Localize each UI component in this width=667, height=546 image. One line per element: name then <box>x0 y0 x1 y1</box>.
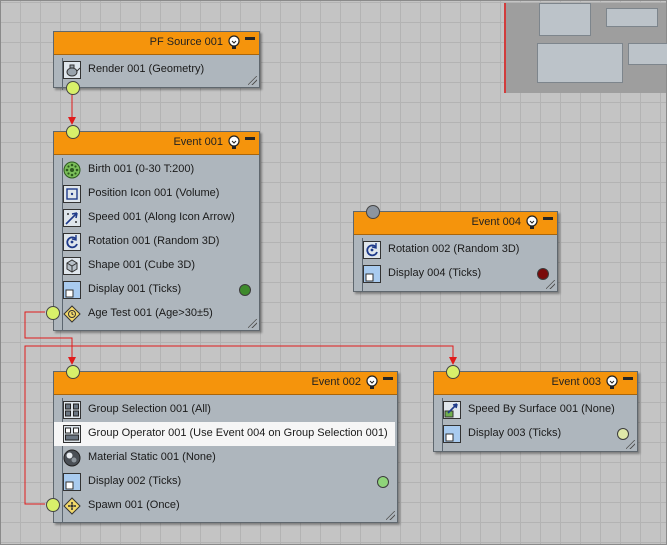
operator-row[interactable]: Age Test 001 (Age>30±5) <box>54 302 259 326</box>
rotation-icon <box>363 241 381 259</box>
display-icon <box>363 265 381 283</box>
node-title: Event 002 <box>311 376 361 388</box>
minimap-node <box>628 43 667 65</box>
rotation-icon <box>63 233 81 251</box>
lightbulb-icon[interactable] <box>227 35 241 50</box>
position-icon <box>63 185 81 203</box>
node-event-003[interactable]: Event 003 Speed By Surface 001 (None) Di… <box>433 365 638 452</box>
operator-row[interactable]: Rotation 001 (Random 3D) <box>54 230 259 254</box>
resize-grip[interactable] <box>626 440 635 449</box>
operator-label: Speed 001 (Along Icon Arrow) <box>88 211 235 223</box>
display-color-swatch[interactable] <box>377 476 389 488</box>
operator-label: Display 001 (Ticks) <box>88 283 182 295</box>
display-color-swatch[interactable] <box>617 428 629 440</box>
operator-row[interactable]: Render 001 (Geometry) <box>54 58 259 82</box>
operator-label: Rotation 002 (Random 3D) <box>388 243 520 255</box>
material-icon <box>63 449 81 467</box>
group-selection-icon <box>63 401 81 419</box>
test-output-port[interactable] <box>46 498 60 512</box>
node-header[interactable]: Event 003 <box>434 372 637 395</box>
node-event-002[interactable]: Event 002 Group Selection 001 (All) Grou… <box>46 365 398 523</box>
birth-icon <box>63 161 81 179</box>
node-title: Event 003 <box>551 376 601 388</box>
display-icon <box>63 473 81 491</box>
minimize-icon[interactable] <box>623 377 633 380</box>
display-color-swatch[interactable] <box>537 268 549 280</box>
operator-label: Speed By Surface 001 (None) <box>468 403 615 415</box>
display-color-swatch[interactable] <box>239 284 251 296</box>
operator-row-selected[interactable]: Group Operator 001 (Use Event 004 on Gro… <box>54 422 395 446</box>
node-header[interactable]: Event 001 <box>54 132 259 155</box>
operator-label: Position Icon 001 (Volume) <box>88 187 220 199</box>
node-title: Event 001 <box>173 136 223 148</box>
node-event-001[interactable]: Event 001 Birth 001 (0-30 T:200) Positio… <box>46 125 260 331</box>
display-icon <box>63 281 81 299</box>
operator-row[interactable]: Material Static 001 (None) <box>54 446 397 470</box>
resize-grip[interactable] <box>386 511 395 520</box>
input-port[interactable] <box>366 205 380 219</box>
input-port[interactable] <box>446 365 460 379</box>
minimap-node <box>606 8 658 27</box>
operator-row[interactable]: Display 002 (Ticks) <box>54 470 397 494</box>
node-title: Event 004 <box>471 216 521 228</box>
operator-row[interactable]: Display 003 (Ticks) <box>434 422 637 446</box>
lightbulb-icon[interactable] <box>525 215 539 230</box>
operator-label: Age Test 001 (Age>30±5) <box>88 307 213 319</box>
output-port[interactable] <box>66 81 80 95</box>
operator-label: Display 002 (Ticks) <box>88 475 182 487</box>
shape-icon <box>63 257 81 275</box>
operator-row[interactable]: Spawn 001 (Once) <box>54 494 397 518</box>
operator-label: Render 001 (Geometry) <box>88 63 205 75</box>
age-test-icon <box>63 305 81 323</box>
node-header[interactable]: Event 002 <box>54 372 397 395</box>
input-port[interactable] <box>66 125 80 139</box>
resize-grip[interactable] <box>248 76 257 85</box>
node-header[interactable]: Event 004 <box>354 212 557 235</box>
operator-label: Material Static 001 (None) <box>88 451 216 463</box>
node-title: PF Source 001 <box>149 36 223 48</box>
particle-view-canvas[interactable]: PF Source 001 Render 001 (Geometry) Even… <box>0 0 667 545</box>
operator-label: Display 003 (Ticks) <box>468 427 562 439</box>
render-teapot-icon <box>63 61 81 79</box>
resize-grip[interactable] <box>248 319 257 328</box>
minimize-icon[interactable] <box>383 377 393 380</box>
operator-row[interactable]: Speed By Surface 001 (None) <box>434 398 637 422</box>
minimize-icon[interactable] <box>543 217 553 220</box>
operator-label: Spawn 001 (Once) <box>88 499 180 511</box>
minimize-icon[interactable] <box>245 137 255 140</box>
node-pf-source-001[interactable]: PF Source 001 Render 001 (Geometry) <box>53 31 260 95</box>
group-operator-icon <box>63 425 81 443</box>
test-output-port[interactable] <box>46 306 60 320</box>
minimize-icon[interactable] <box>245 37 255 40</box>
overview-minimap[interactable] <box>504 3 667 93</box>
minimap-node <box>537 43 623 83</box>
node-event-004[interactable]: Event 004 Rotation 002 (Random 3D) Displ… <box>353 205 558 292</box>
resize-grip[interactable] <box>546 280 555 289</box>
minimap-node <box>539 3 591 36</box>
input-port[interactable] <box>66 365 80 379</box>
operator-label: Display 004 (Ticks) <box>388 267 482 279</box>
operator-row[interactable]: Group Selection 001 (All) <box>54 398 397 422</box>
operator-row[interactable]: Display 001 (Ticks) <box>54 278 259 302</box>
operator-row[interactable]: Shape 001 (Cube 3D) <box>54 254 259 278</box>
lightbulb-icon[interactable] <box>365 375 379 390</box>
operator-label: Group Selection 001 (All) <box>88 403 211 415</box>
spawn-icon <box>63 497 81 515</box>
display-icon <box>443 425 461 443</box>
operator-row[interactable]: Birth 001 (0-30 T:200) <box>54 158 259 182</box>
operator-row[interactable]: Display 004 (Ticks) <box>354 262 557 286</box>
operator-label: Group Operator 001 (Use Event 004 on Gro… <box>88 427 388 439</box>
operator-label: Rotation 001 (Random 3D) <box>88 235 220 247</box>
operator-label: Shape 001 (Cube 3D) <box>88 259 196 271</box>
speed-by-surface-icon <box>443 401 461 419</box>
operator-row[interactable]: Speed 001 (Along Icon Arrow) <box>54 206 259 230</box>
operator-label: Birth 001 (0-30 T:200) <box>88 163 195 175</box>
lightbulb-icon[interactable] <box>227 135 241 150</box>
speed-icon <box>63 209 81 227</box>
node-header[interactable]: PF Source 001 <box>54 32 259 55</box>
operator-row[interactable]: Rotation 002 (Random 3D) <box>354 238 557 262</box>
lightbulb-icon[interactable] <box>605 375 619 390</box>
operator-row[interactable]: Position Icon 001 (Volume) <box>54 182 259 206</box>
